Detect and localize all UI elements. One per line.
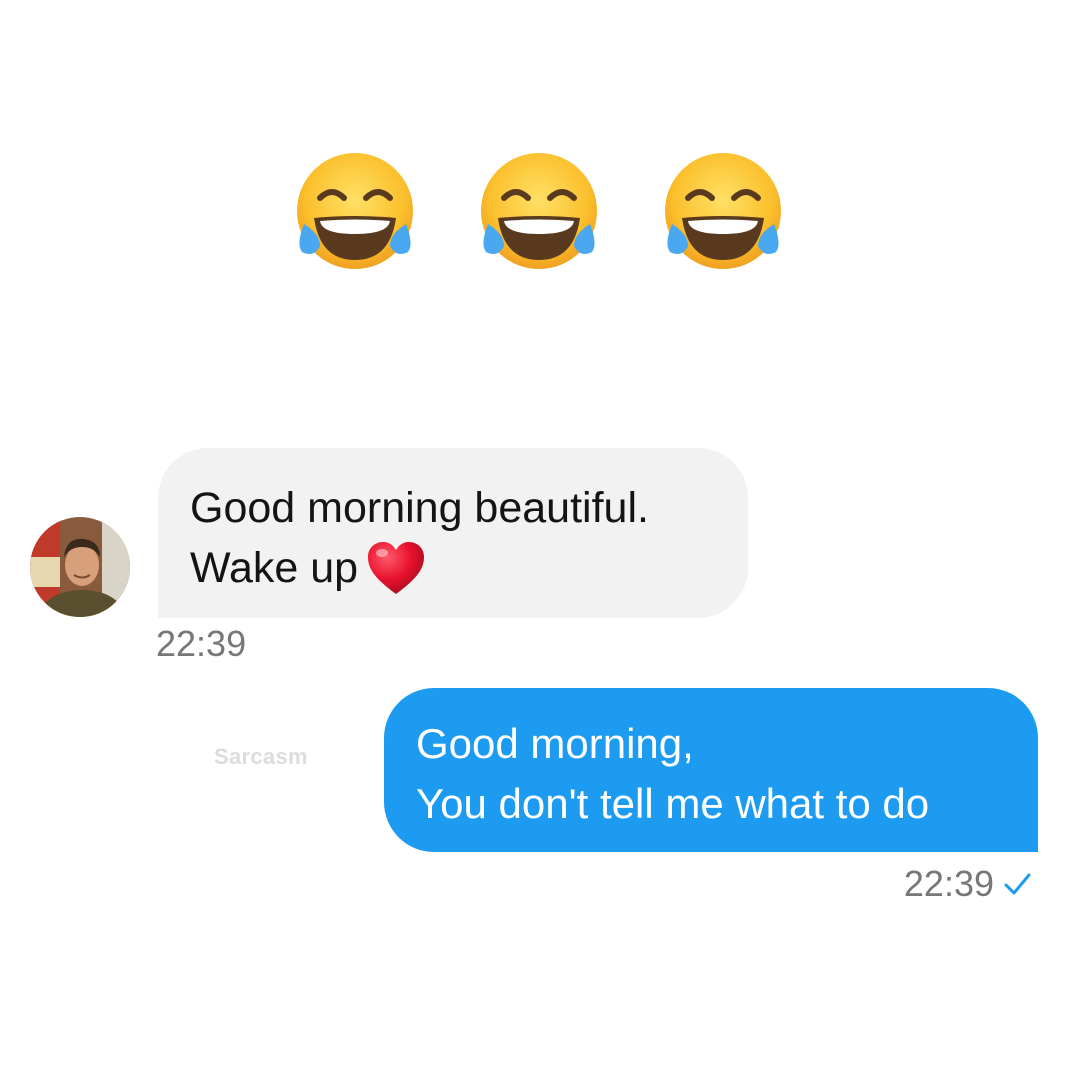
outgoing-message-timestamp: 22:39 (903, 863, 994, 904)
incoming-message-line: Good morning beautiful. (190, 484, 649, 532)
emoji-row (0, 148, 1080, 278)
contact-avatar[interactable] (30, 517, 130, 617)
red-heart-icon (366, 540, 426, 596)
laughing-crying-emoji-icon (290, 148, 420, 278)
incoming-message-bubble[interactable]: Good morning beautiful. Wake up (158, 448, 748, 618)
outgoing-message-bubble[interactable]: Good morning, You don't tell me what to … (384, 688, 1038, 852)
laughing-crying-emoji-icon (474, 148, 604, 278)
incoming-message-timestamp: 22:39 (156, 623, 247, 664)
laughing-crying-emoji-icon (658, 148, 788, 278)
incoming-message-line: Wake up (190, 538, 718, 598)
checkmark-icon (1002, 869, 1032, 899)
outgoing-message-line: Good morning, (416, 720, 694, 767)
outgoing-message-status: 22:39 (904, 862, 1032, 906)
watermark-text: Sarcasm (214, 744, 308, 769)
outgoing-message-line: You don't tell me what to do (416, 780, 930, 827)
incoming-message-text: Wake up (190, 544, 359, 592)
